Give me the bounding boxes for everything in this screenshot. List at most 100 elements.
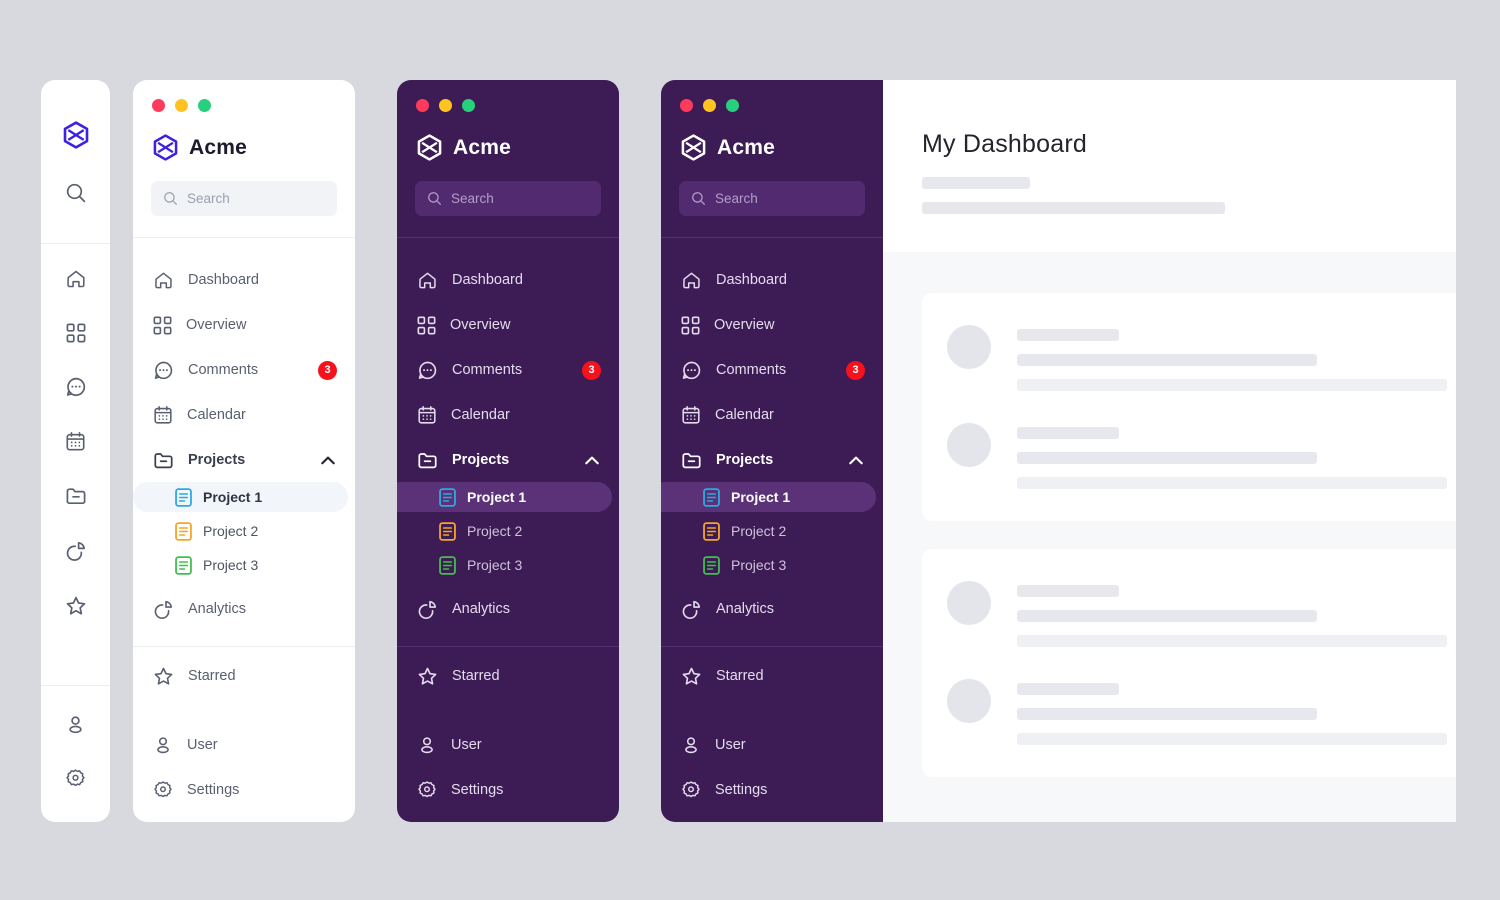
sidebar-item-comments[interactable]: Comments 3	[661, 354, 883, 386]
rail-item-home[interactable]	[65, 268, 87, 295]
traffic-light-maximize[interactable]	[462, 99, 475, 112]
dashboard-card[interactable]	[922, 293, 1456, 521]
search-input[interactable]: Search	[415, 181, 601, 216]
rail-search-icon-button[interactable]	[65, 182, 87, 209]
rail-item-user[interactable]	[65, 714, 86, 740]
rail-item-analytics[interactable]	[65, 540, 87, 567]
sidebar-item-label: Overview	[714, 317, 775, 333]
sidebar-item-starred[interactable]: Starred	[133, 660, 355, 692]
dashboard-card[interactable]	[922, 549, 1456, 777]
sidebar-item-comments[interactable]: Comments 3	[397, 354, 619, 386]
sidebar-item-label: Analytics	[716, 601, 775, 617]
skeleton-line	[1017, 683, 1119, 695]
traffic-light-minimize[interactable]	[175, 99, 188, 112]
header-skeleton-line-2	[922, 202, 1225, 214]
sidebar-subitem-project-1[interactable]: Project 1	[397, 482, 612, 512]
hexagon-x-logo-icon	[681, 134, 706, 161]
search-input[interactable]: Search	[679, 181, 865, 216]
sidebar-item-overview[interactable]: Overview	[661, 309, 883, 341]
sidebar-item-calendar[interactable]: Calendar	[397, 399, 619, 431]
star-icon	[682, 667, 701, 685]
grid-icon	[66, 323, 85, 343]
traffic-light-close[interactable]	[152, 99, 165, 112]
dashboard-header: My Dashboard	[883, 80, 1456, 252]
sidebar-item-comments[interactable]: Comments 3	[133, 354, 355, 386]
sidebar-item-label: Starred	[452, 668, 500, 684]
sidebar-subitem-project-1[interactable]: Project 1	[133, 482, 348, 512]
dashboard-panel: My Dashboard	[883, 80, 1456, 822]
sidebar-group-projects[interactable]: Projects	[397, 444, 619, 476]
sidebar-subitem-project-3[interactable]: Project 3	[397, 550, 612, 580]
sidebar-item-overview[interactable]: Overview	[397, 309, 619, 341]
list-item[interactable]	[947, 325, 1456, 391]
traffic-light-maximize[interactable]	[726, 99, 739, 112]
rail-item-settings[interactable]	[65, 768, 86, 794]
sidebar-subitem-project-2[interactable]: Project 2	[397, 516, 612, 546]
skeleton-line	[1017, 635, 1447, 647]
traffic-light-close[interactable]	[680, 99, 693, 112]
brand-name: Acme	[189, 135, 247, 159]
sidebar-item-label: User	[451, 737, 482, 753]
rail-item-comments[interactable]	[65, 376, 87, 403]
rail-item-calendar[interactable]	[65, 431, 86, 457]
avatar	[947, 325, 991, 369]
list-item[interactable]	[947, 423, 1456, 489]
sidebar-item-label: Settings	[715, 782, 768, 798]
rail-item-starred[interactable]	[65, 595, 87, 622]
sidebar-subitem-project-1[interactable]: Project 1	[661, 482, 876, 512]
sidebar-group-label: Projects	[716, 452, 774, 468]
sidebar-subitem-project-2[interactable]: Project 2	[133, 516, 348, 546]
list-item[interactable]	[947, 581, 1456, 647]
skeleton-line	[1017, 708, 1317, 720]
chevron-up-icon[interactable]	[585, 456, 599, 465]
sidebar-item-user[interactable]: User	[661, 729, 883, 761]
chat-icon	[682, 361, 701, 379]
sidebar-item-settings[interactable]: Settings	[397, 774, 619, 806]
sidebar-group-projects[interactable]: Projects	[661, 444, 883, 476]
traffic-light-close[interactable]	[416, 99, 429, 112]
sidebar-item-dashboard[interactable]: Dashboard	[133, 264, 355, 296]
skeleton-line	[1017, 477, 1447, 489]
sidebar-item-dashboard[interactable]: Dashboard	[661, 264, 883, 296]
chat-icon	[66, 377, 85, 397]
sidebar-item-user[interactable]: User	[397, 729, 619, 761]
rail-item-overview[interactable]	[66, 323, 86, 348]
sidebar-nav: Dashboard Overview Comments 3 Calendar P…	[133, 238, 355, 692]
home-icon	[66, 270, 85, 288]
sidebar-subitem-project-3[interactable]: Project 3	[133, 550, 348, 580]
sidebar-subitem-label: Project 2	[203, 523, 259, 539]
home-icon	[155, 272, 172, 288]
sidebar-item-label: Settings	[187, 782, 240, 798]
brand-name: Acme	[717, 135, 775, 159]
gear-icon	[154, 781, 172, 798]
sidebar-item-overview[interactable]: Overview	[133, 309, 355, 341]
sidebar-item-user[interactable]: User	[133, 729, 355, 761]
sidebar-item-starred[interactable]: Starred	[661, 660, 883, 692]
traffic-light-minimize[interactable]	[439, 99, 452, 112]
sidebar-item-calendar[interactable]: Calendar	[661, 399, 883, 431]
sidebar-subitem-project-3[interactable]: Project 3	[661, 550, 876, 580]
traffic-light-maximize[interactable]	[198, 99, 211, 112]
chevron-up-icon[interactable]	[849, 456, 863, 465]
sidebar-item-analytics[interactable]: Analytics	[397, 593, 619, 625]
sidebar-item-label: Overview	[450, 317, 511, 333]
sidebar-item-analytics[interactable]: Analytics	[133, 593, 355, 625]
sidebar-item-dashboard[interactable]: Dashboard	[397, 264, 619, 296]
search-input[interactable]: Search	[151, 181, 337, 216]
sidebar-item-label: Calendar	[451, 407, 510, 423]
sidebar-item-analytics[interactable]: Analytics	[661, 593, 883, 625]
sidebar-subitem-project-2[interactable]: Project 2	[661, 516, 876, 546]
traffic-light-minimize[interactable]	[703, 99, 716, 112]
chevron-up-icon[interactable]	[321, 456, 335, 465]
list-item[interactable]	[947, 679, 1456, 745]
sidebar-item-settings[interactable]: Settings	[133, 774, 355, 806]
rail-logo[interactable]	[63, 121, 89, 154]
sidebar-nav-divider	[133, 646, 355, 647]
sidebar-item-starred[interactable]: Starred	[397, 660, 619, 692]
rail-item-projects[interactable]	[65, 485, 87, 512]
sidebar-group-projects[interactable]: Projects	[133, 444, 355, 476]
sidebar-item-calendar[interactable]: Calendar	[133, 399, 355, 431]
sidebar-subitem-label: Project 1	[731, 489, 791, 505]
pie-chart-icon	[66, 541, 85, 561]
sidebar-item-settings[interactable]: Settings	[661, 774, 883, 806]
